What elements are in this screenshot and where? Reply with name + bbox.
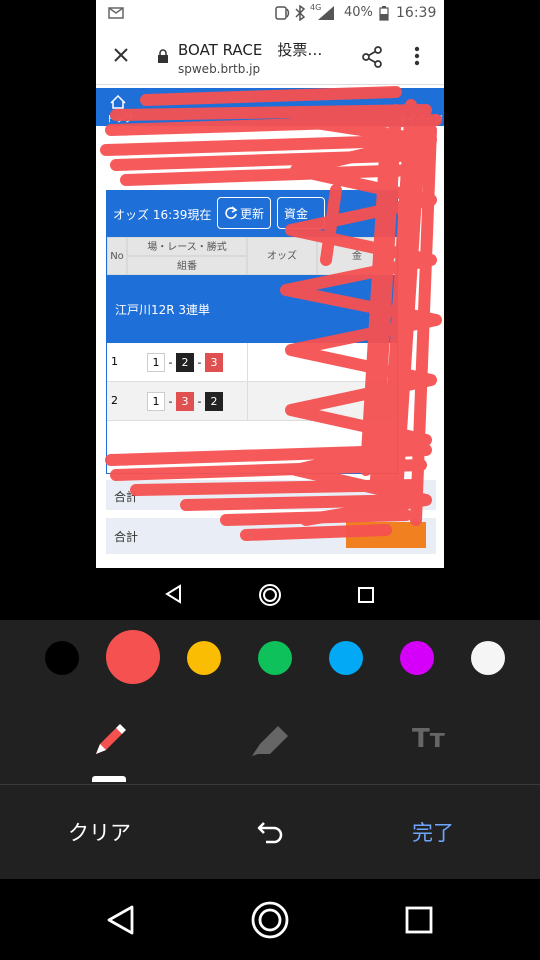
highlighter-icon[interactable] xyxy=(250,722,290,762)
screenshot-canvas[interactable]: 4G 40% 16:39 BOAT RACE 投票… spweb.brtb.jp xyxy=(96,0,444,568)
scribble-annotation xyxy=(100,86,442,541)
pen-icon[interactable] xyxy=(92,722,126,762)
recents-icon xyxy=(358,587,374,607)
clear-button[interactable]: クリア xyxy=(68,817,131,847)
pen-selected-indicator xyxy=(92,776,126,782)
color-swatch-red[interactable] xyxy=(106,630,160,684)
color-swatch-purple[interactable] xyxy=(400,641,434,675)
system-nav-bar xyxy=(0,880,540,960)
color-palette xyxy=(0,620,540,696)
color-swatch-yellow[interactable] xyxy=(187,641,221,675)
home-circle-icon xyxy=(258,583,282,611)
home-circle-icon[interactable] xyxy=(250,900,290,944)
drawing-tools: Tт xyxy=(0,696,540,785)
color-swatch-white[interactable] xyxy=(471,641,505,675)
done-button[interactable]: 完了 xyxy=(412,817,454,847)
color-swatch-black[interactable] xyxy=(45,641,79,675)
editor-actions: クリア 完了 xyxy=(0,785,540,879)
color-swatch-green[interactable] xyxy=(258,641,292,675)
back-icon xyxy=(164,584,182,608)
back-icon[interactable] xyxy=(105,904,135,940)
recents-icon[interactable] xyxy=(405,906,433,938)
text-tool-icon[interactable]: Tт xyxy=(412,724,445,754)
screenshot-nav-bar xyxy=(96,568,444,620)
undo-icon[interactable] xyxy=(256,817,286,849)
color-swatch-blue[interactable] xyxy=(329,641,363,675)
